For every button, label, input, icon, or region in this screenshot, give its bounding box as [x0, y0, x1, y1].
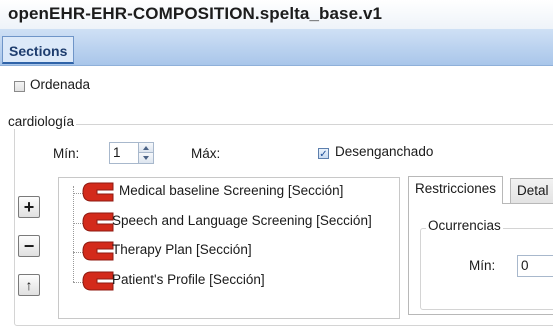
- section-icon: [82, 182, 114, 202]
- chevron-down-icon: [143, 156, 149, 160]
- group-legend: cardiología: [6, 114, 77, 129]
- tree-connector: [73, 186, 74, 282]
- section-icon: [82, 212, 114, 232]
- check-icon: ✓: [319, 149, 328, 160]
- add-button[interactable]: +: [18, 196, 40, 218]
- plus-icon: +: [23, 197, 35, 217]
- tree-item[interactable]: Speech and Language Screening [Sección]: [112, 213, 372, 228]
- occurrences-legend: Ocurrencias: [426, 218, 503, 233]
- spin-down-button[interactable]: [138, 153, 153, 163]
- window-title: openEHR-EHR-COMPOSITION.spelta_base.v1: [8, 4, 383, 23]
- tree-item[interactable]: Therapy Plan [Sección]: [112, 242, 252, 257]
- section-icon: [82, 241, 114, 261]
- tab-details[interactable]: Detal: [510, 178, 553, 204]
- min-value: 1: [113, 145, 121, 160]
- minus-icon: −: [23, 236, 35, 256]
- occurrences-min-value: 0: [521, 258, 529, 273]
- unbounded-checkbox[interactable]: ✓: [318, 148, 329, 160]
- tab-restricciones[interactable]: Restricciones: [408, 176, 504, 204]
- max-label: Máx:: [191, 146, 221, 161]
- min-label: Mín:: [53, 146, 80, 161]
- ordered-label: Ordenada: [30, 77, 91, 92]
- tab-strip: [0, 29, 553, 66]
- spin-up-button[interactable]: [138, 143, 153, 153]
- remove-button[interactable]: −: [18, 235, 40, 257]
- tree-item[interactable]: Medical baseline Screening [Sección]: [119, 183, 343, 198]
- move-up-button[interactable]: ↑: [18, 274, 40, 296]
- chevron-up-icon: [143, 146, 149, 150]
- section-icon: [82, 271, 114, 291]
- ordered-checkbox[interactable]: [14, 81, 25, 92]
- occurrences-min-label: Mín:: [469, 258, 496, 273]
- unbounded-label: Desenganchado: [335, 144, 434, 159]
- arrow-up-icon: ↑: [25, 277, 33, 293]
- tab-sections[interactable]: Sections: [2, 36, 75, 64]
- tree-item[interactable]: Patient's Profile [Sección]: [112, 272, 265, 287]
